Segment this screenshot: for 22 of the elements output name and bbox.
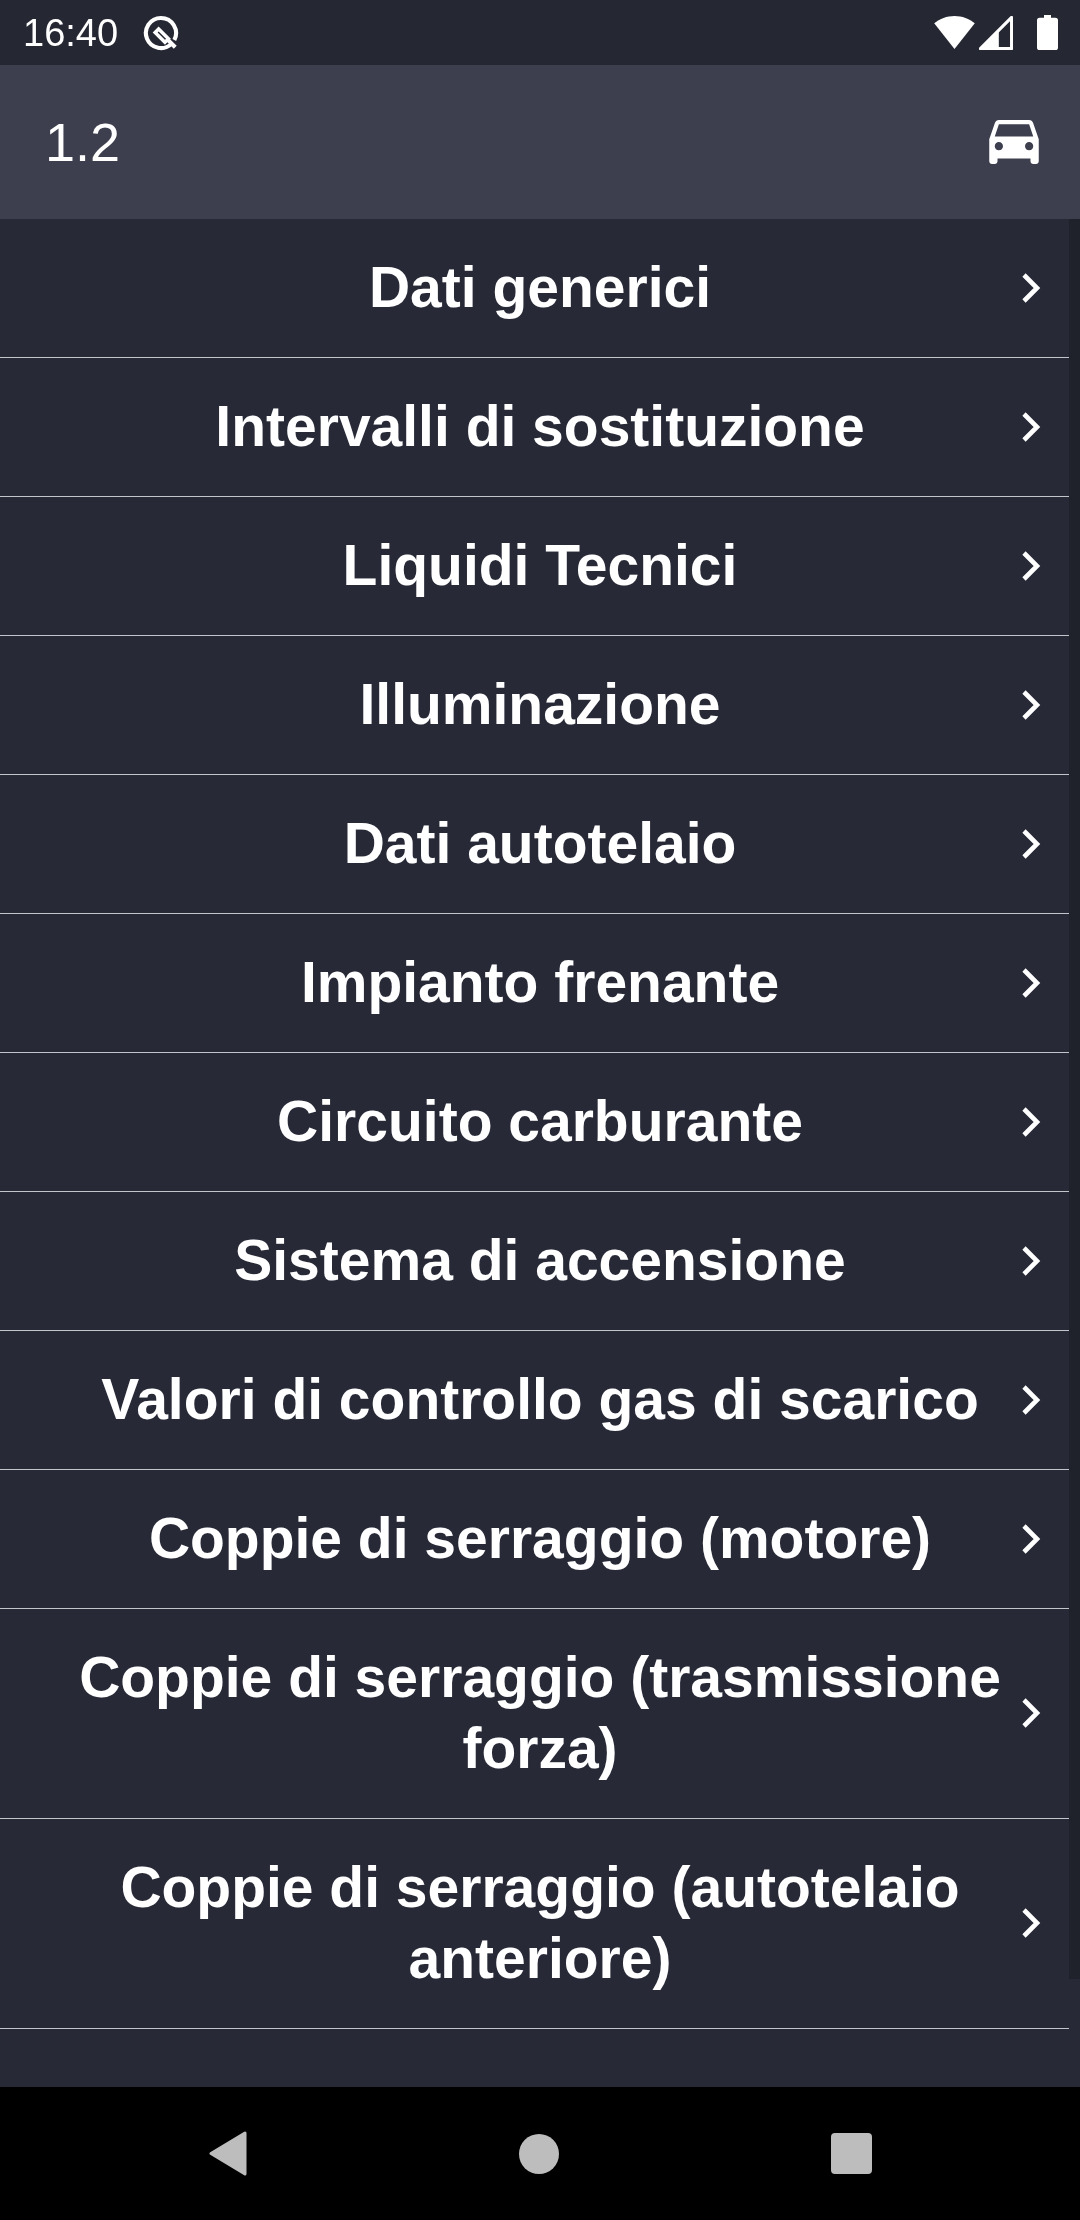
chevron-right-icon [1021,1244,1041,1277]
recents-icon[interactable] [830,2133,872,2174]
back-icon[interactable] [208,2131,247,2176]
ring-icon [142,13,181,52]
chevron-right-icon [1021,688,1041,721]
status-time: 16:40 [23,13,119,52]
chevron-right-icon [1021,410,1041,443]
chevron-right-icon [1021,271,1041,304]
battery-icon [1037,15,1058,50]
chevron-right-icon [1021,1105,1041,1138]
toolbar-title: 1.2 [45,115,121,169]
chevron-right-icon [1021,966,1041,999]
chevron-right-icon [1021,827,1041,860]
chevron-right-icon [1021,1383,1041,1416]
wifi-icon [934,16,975,49]
signal-icon [979,15,1013,50]
chevron-right-icon [1021,549,1041,582]
chevron-right-icon [1021,1522,1041,1555]
chevron-right-icon [1021,1907,1041,1939]
car-icon[interactable] [988,120,1040,164]
chevron-right-icon [1021,1697,1041,1729]
home-icon[interactable] [518,2133,559,2174]
